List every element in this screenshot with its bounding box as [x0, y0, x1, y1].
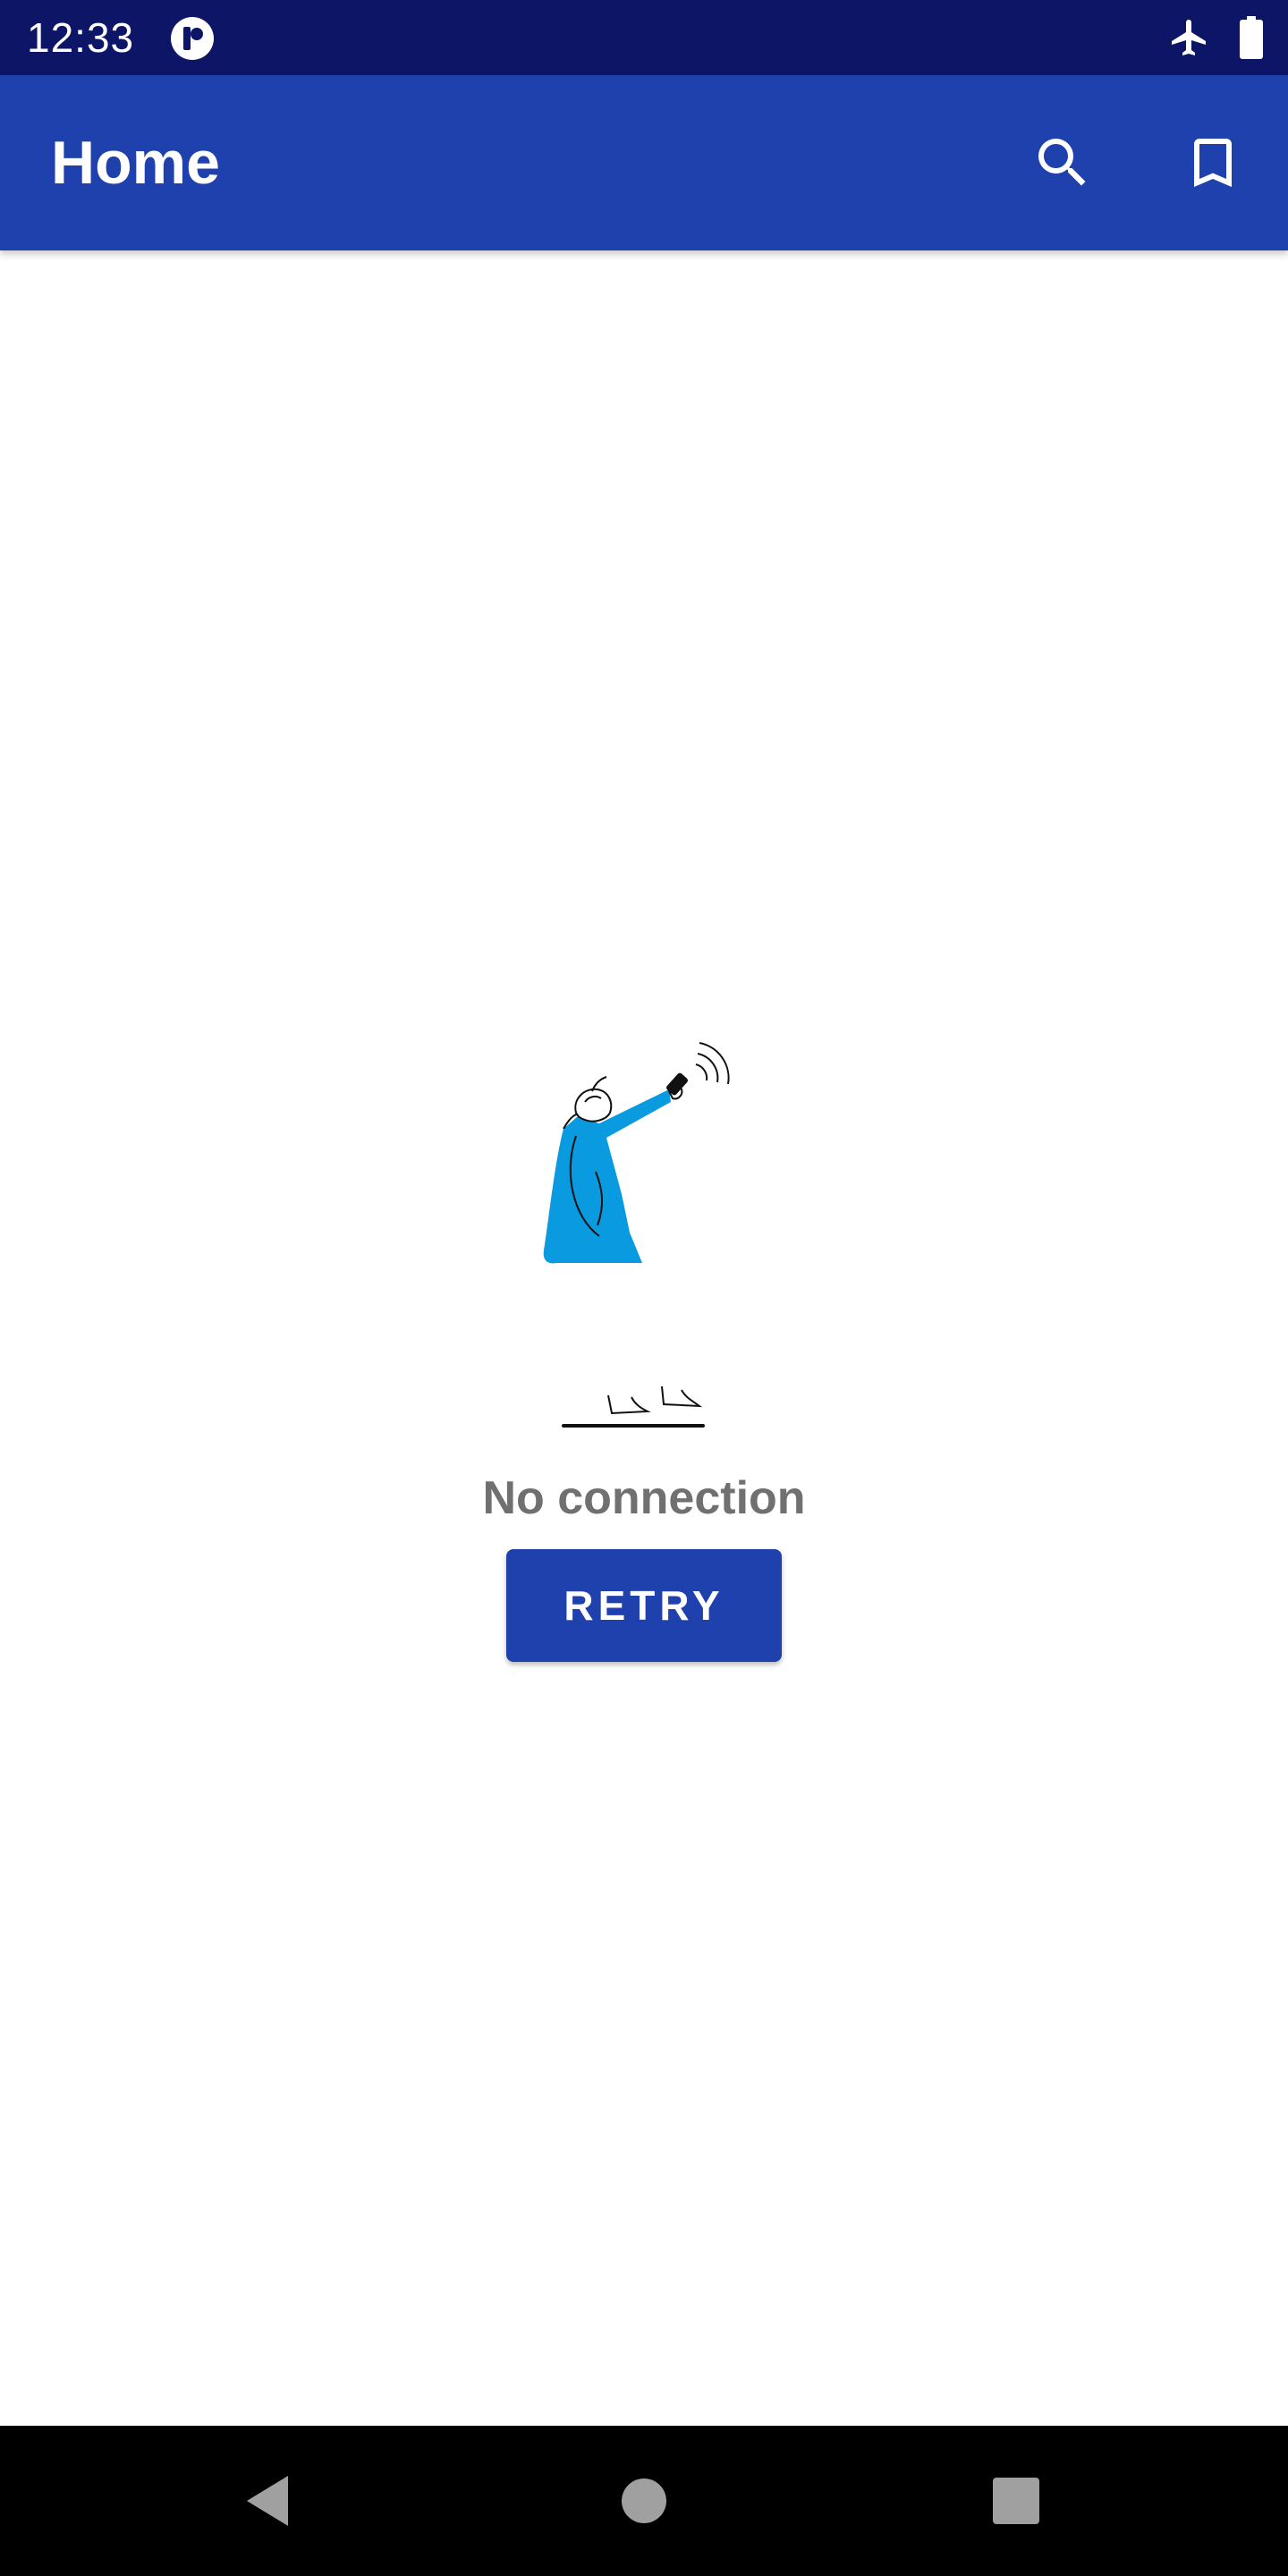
back-icon — [247, 2476, 288, 2526]
person-holding-phone-illustration — [543, 1042, 730, 1428]
retry-button[interactable]: RETRY — [506, 1549, 782, 1662]
app-notification-icon — [171, 17, 214, 60]
search-icon — [1038, 139, 1086, 186]
navigation-bar — [0, 2426, 1288, 2576]
home-icon — [622, 2479, 666, 2523]
airplane-mode-icon — [1172, 20, 1206, 55]
status-bar: 12:33 — [0, 0, 1288, 75]
home-button[interactable] — [599, 2456, 689, 2546]
bookmark-button[interactable] — [1170, 120, 1256, 206]
recents-button[interactable] — [971, 2456, 1061, 2546]
recents-icon — [993, 2478, 1039, 2524]
battery-icon — [1240, 16, 1263, 59]
bookmark-icon — [1194, 139, 1232, 187]
screen: 12:33 Home No connection RETRY — [0, 0, 1288, 2576]
page-title: Home — [51, 129, 220, 197]
app-bar: Home — [0, 75, 1288, 250]
status-time: 12:33 — [27, 14, 135, 61]
back-button[interactable] — [224, 2456, 313, 2546]
search-button[interactable] — [1020, 120, 1106, 206]
no-connection-message: No connection — [482, 1472, 806, 1524]
